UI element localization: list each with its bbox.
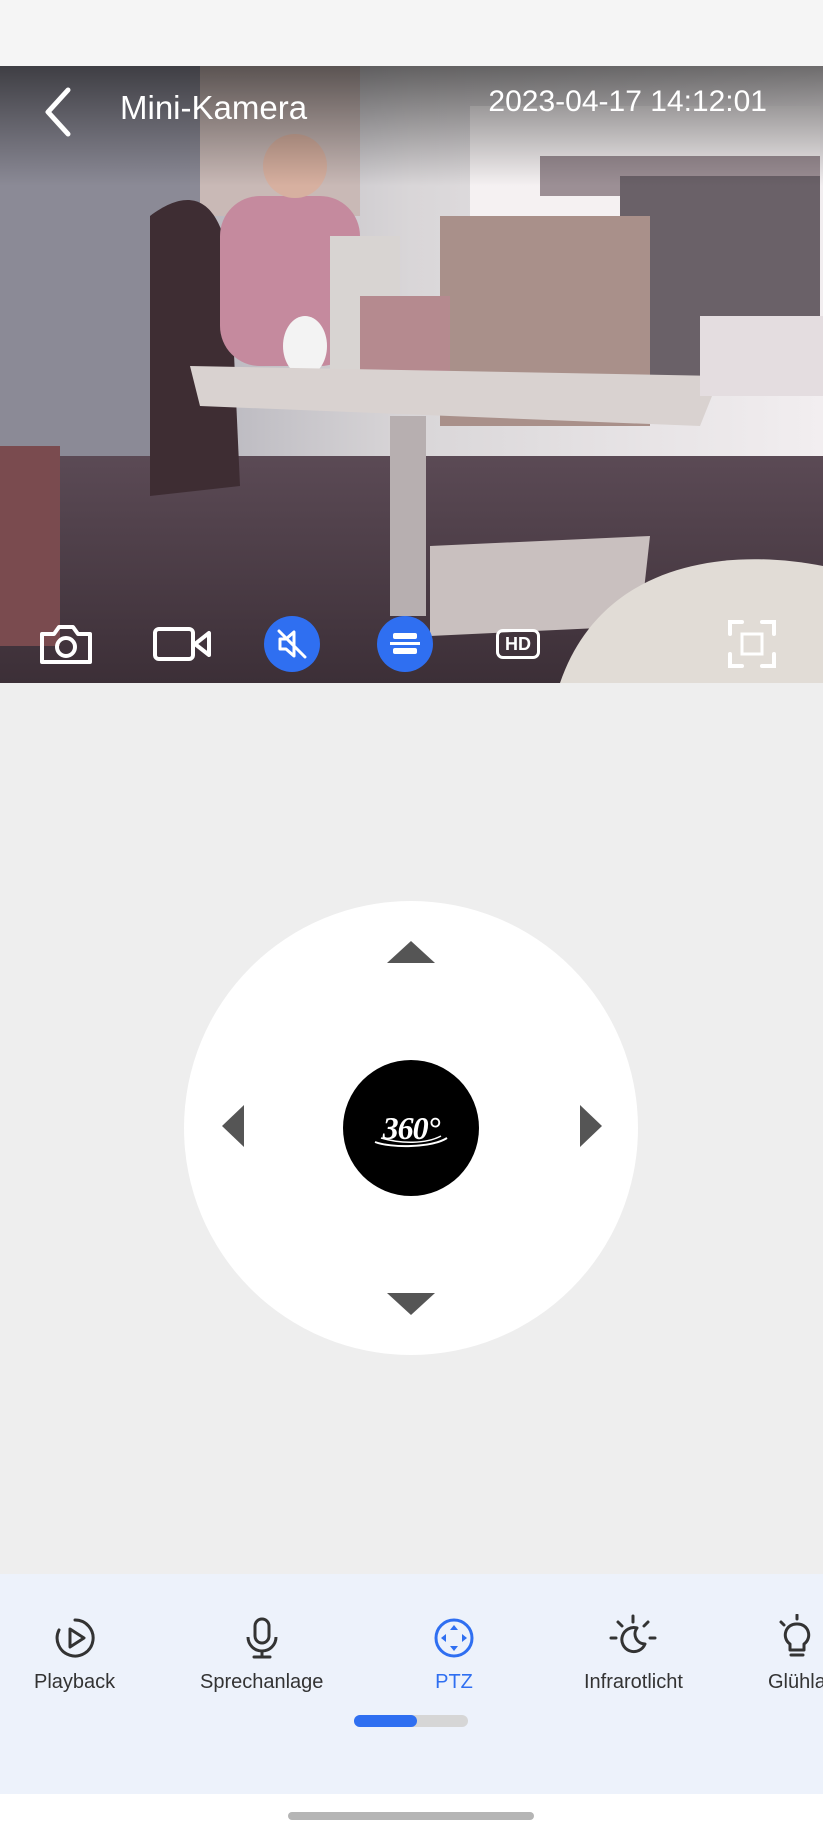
page-indicator-fill (354, 1715, 417, 1727)
ptz-up-arrow-icon[interactable] (387, 941, 435, 963)
system-navigation-area (0, 1794, 823, 1828)
nav-label-playback: Playback (34, 1671, 116, 1693)
camera-title: Mini-Kamera (120, 89, 308, 126)
nav-item-bulb[interactable]: Glühla (768, 1614, 823, 1694)
bottom-feature-bar: Playback Sprechanlage PTZ Infrarotlicht … (0, 1574, 823, 1794)
hd-icon: HD (496, 629, 540, 659)
microphone-icon (238, 1614, 286, 1662)
video-timestamp: 2023-04-17 14:12:01 (488, 85, 767, 118)
nav-item-intercom[interactable]: Sprechanlage (200, 1614, 323, 1694)
back-button[interactable] (38, 82, 82, 142)
ptz-left-arrow-icon[interactable] (222, 1105, 244, 1147)
moon-light-icon (609, 1614, 657, 1662)
record-button[interactable] (150, 612, 214, 676)
feature-bar-page-indicator (354, 1715, 468, 1727)
nav-label-intercom: Sprechanlage (200, 1671, 324, 1693)
ptz-control-area: 360° (0, 683, 823, 1574)
flip-image-button[interactable] (377, 616, 433, 672)
ptz-icon (430, 1614, 478, 1662)
hd-quality-button[interactable]: HD (486, 612, 550, 676)
status-bar (0, 0, 823, 66)
bulb-icon (773, 1614, 821, 1662)
camera-icon (40, 625, 92, 664)
nav-label-ptz: PTZ (435, 1671, 473, 1693)
nav-label-bulb: Glühla (768, 1671, 823, 1693)
home-indicator[interactable] (288, 1812, 534, 1820)
nav-item-infrared[interactable]: Infrarotlicht (584, 1614, 683, 1694)
play-circle-icon (51, 1614, 99, 1662)
fullscreen-button[interactable] (720, 612, 784, 676)
live-video-view[interactable]: Mini-Kamera 2023-04-17 14:12:01 HD (0, 66, 823, 683)
ptz-360-button[interactable]: 360° (343, 1060, 479, 1196)
ptz-direction-pad[interactable]: 360° (184, 901, 638, 1355)
ptz-right-arrow-icon[interactable] (580, 1105, 602, 1147)
video-record-icon (153, 627, 211, 661)
flip-image-icon (390, 633, 420, 654)
nav-item-playback[interactable]: Playback (34, 1614, 115, 1694)
rotation-swoosh-icon (374, 1135, 448, 1148)
mute-button[interactable] (264, 616, 320, 672)
ptz-down-arrow-icon[interactable] (387, 1293, 435, 1315)
nav-label-infrared: Infrarotlicht (584, 1671, 683, 1693)
fullscreen-icon (728, 620, 776, 668)
snapshot-button[interactable] (34, 612, 98, 676)
back-arrow-icon (45, 87, 71, 137)
nav-item-ptz[interactable]: PTZ (430, 1614, 478, 1694)
speaker-muted-icon (277, 629, 307, 659)
